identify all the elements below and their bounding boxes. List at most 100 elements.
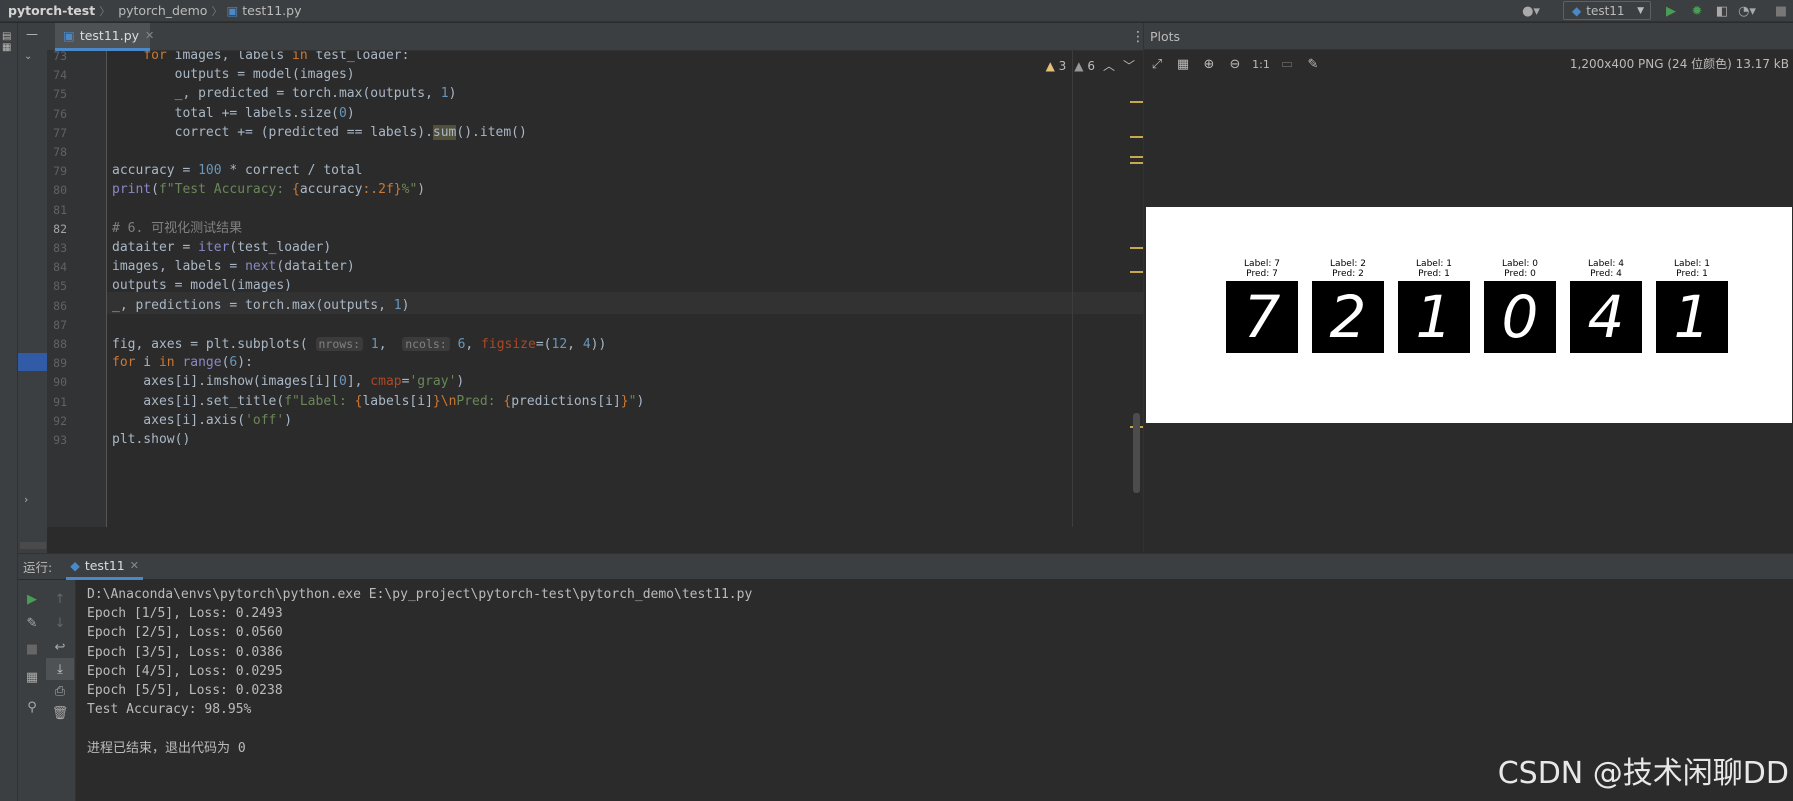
chevron-down-icon[interactable]: ⌄	[24, 51, 32, 62]
digit-pred-text: Pred: 1	[1676, 269, 1708, 279]
digit-title: Label: 1 Pred: 1	[1656, 259, 1728, 279]
digit-glyph: 4	[1587, 283, 1625, 351]
code-line: plt.show()	[107, 429, 1143, 451]
editor-scroll-thumb[interactable]	[1133, 413, 1140, 493]
digit-glyph: 1	[1415, 283, 1453, 351]
fit-zoom-icon[interactable]: ▭	[1274, 53, 1300, 75]
rerun-icon[interactable]: ▶	[18, 588, 46, 610]
breadcrumb-file[interactable]: ▣ test11.py	[222, 3, 301, 18]
left-tool-stripe: ▤ ▦	[0, 23, 18, 801]
watermark: CSDN @技术闲聊DD	[1497, 756, 1789, 791]
digit-label-text: Label: 4	[1588, 259, 1624, 269]
run-config-selector[interactable]: ◆ test11 ▼	[1563, 1, 1651, 20]
digit-pred-text: Pred: 2	[1332, 269, 1364, 279]
python-file-icon: ▣	[63, 28, 75, 43]
digit-label-text: Label: 7	[1244, 259, 1280, 269]
code-editor[interactable]: ▲ 3 ▲ 6 ︿ ﹀ for images, labels in test_l…	[107, 51, 1143, 527]
debug-icon[interactable]: ✹	[1688, 2, 1706, 20]
digit-glyph: 2	[1329, 283, 1367, 351]
run-config-label: test11	[1586, 3, 1625, 18]
horizontal-scrollbar[interactable]	[20, 542, 46, 549]
run-tab-test11[interactable]: ◆ test11 ✕	[66, 554, 143, 580]
project-tree-selection	[18, 353, 47, 371]
profile-icon[interactable]: ◔▾	[1738, 2, 1756, 20]
zoom-out-icon[interactable]: ⊖	[1222, 53, 1248, 75]
tab-test11-py[interactable]: ▣ test11.py ✕	[55, 23, 154, 51]
run-toolbar-secondary: ↑ ↓ ↩ ⤓ ⎙ 🗑	[46, 580, 76, 801]
line-number: 93	[53, 433, 67, 447]
editor-tab-bar: ▣ test11.py ✕ ⋮	[47, 23, 1145, 51]
actual-size-button[interactable]: 1:1	[1248, 53, 1274, 75]
digit-image: 2	[1312, 281, 1384, 353]
project-panel: — ⌄ ›	[18, 23, 47, 553]
digit-label-text: Label: 2	[1330, 259, 1366, 269]
run-tab-label: test11	[84, 557, 125, 573]
digit-title: Label: 4 Pred: 4	[1570, 259, 1642, 279]
digit-label-text: Label: 1	[1674, 259, 1710, 269]
digit-title: Label: 1 Pred: 1	[1398, 259, 1470, 279]
coverage-icon[interactable]: ◧	[1713, 2, 1731, 20]
digit-image: 7	[1226, 281, 1298, 353]
chevron-down-icon: ▼	[1637, 5, 1644, 16]
digit-label-text: Label: 1	[1416, 259, 1452, 269]
color-picker-icon[interactable]: ✎	[1300, 53, 1326, 75]
image-info: 1,200x400 PNG (24 位颜色) 13.17 kB	[1569, 57, 1789, 71]
wrench-icon[interactable]: ✎	[18, 612, 46, 634]
project-tool-icon[interactable]: ▤ ▦	[2, 31, 16, 61]
run-toolbar: ▶ ✎ ■ ▦ ⚲	[18, 580, 46, 801]
code-text: plt.show()	[112, 432, 191, 447]
breadcrumb-separator: 〉	[211, 4, 223, 18]
digit-pred-text: Pred: 0	[1504, 269, 1536, 279]
grid-icon[interactable]: ▦	[1170, 53, 1196, 75]
run-icon[interactable]: ▶	[1662, 2, 1680, 20]
python-icon: ◆	[1572, 3, 1582, 18]
chevron-right-icon[interactable]: ›	[24, 493, 28, 506]
print-icon[interactable]: ⎙	[46, 680, 74, 702]
navigation-bar: pytorch-test 〉 pytorch_demo 〉 ▣ test11.p…	[0, 0, 1793, 22]
stop-icon[interactable]: ■	[18, 638, 46, 660]
digit-title: Label: 2 Pred: 2	[1312, 259, 1384, 279]
digit-image: 4	[1570, 281, 1642, 353]
run-panel-header: 运行: ◆ test11 ✕	[18, 553, 1793, 580]
digit-title: Label: 7 Pred: 7	[1226, 259, 1298, 279]
digit-title: Label: 0 Pred: 0	[1484, 259, 1556, 279]
arrow-down-icon[interactable]: ↓	[46, 612, 74, 634]
close-icon[interactable]: ✕	[130, 559, 139, 572]
digit-image: 0	[1484, 281, 1556, 353]
digit-pred-text: Pred: 4	[1590, 269, 1622, 279]
tab-label: test11.py	[79, 28, 140, 43]
digit-image: 1	[1398, 281, 1470, 353]
digit-glyph: 7	[1243, 283, 1281, 351]
digit-pred-text: Pred: 1	[1418, 269, 1450, 279]
digit-glyph: 0	[1501, 283, 1539, 351]
scroll-to-end-icon[interactable]: ⤓	[46, 658, 74, 680]
soft-wrap-icon[interactable]: ↩	[46, 636, 74, 658]
digit-image: 1	[1656, 281, 1728, 353]
run-panel-label: 运行:	[23, 560, 53, 575]
stop-icon[interactable]: ■	[1772, 2, 1790, 20]
breadcrumb-folder[interactable]: pytorch_demo	[110, 3, 207, 18]
zoom-in-icon[interactable]: ⊕	[1196, 53, 1222, 75]
line-number-gutter: 73 74 75 76 77 78 79 80 81 82 83 84 85 86 87 88 89 90 91 92…	[47, 49, 107, 527]
digit-glyph: 1	[1673, 283, 1711, 351]
breadcrumb-separator: 〉	[99, 4, 111, 18]
digit-label-text: Label: 0	[1502, 259, 1538, 269]
close-icon[interactable]: ✕	[145, 29, 154, 42]
user-icon[interactable]: ●▾	[1522, 2, 1540, 20]
python-icon: ◆	[70, 557, 80, 573]
plots-panel: Plots ⤢ ▦ ⊕ ⊖ 1:1 ▭ ✎ 1,200x400 PNG (24 …	[1143, 23, 1793, 553]
minimize-icon[interactable]: —	[26, 27, 38, 41]
plots-panel-title: Plots	[1144, 23, 1793, 50]
fit-window-icon[interactable]: ⤢	[1144, 53, 1170, 75]
trash-icon[interactable]: 🗑	[46, 702, 74, 724]
console-line: Test Accuracy: 98.95%	[87, 702, 252, 718]
breadcrumb-file-label: test11.py	[242, 3, 302, 18]
editor-scrollbar[interactable]	[1130, 51, 1143, 527]
python-file-icon: ▣	[226, 3, 239, 18]
breadcrumb-project[interactable]: pytorch-test	[0, 3, 95, 18]
pin-icon[interactable]: ⚲	[18, 696, 46, 718]
console-line: 进程已结束，退出代码为 0	[87, 740, 246, 756]
arrow-up-icon[interactable]: ↑	[46, 588, 74, 610]
layout-icon[interactable]: ▦	[18, 666, 46, 688]
plot-image: Label: 7 Pred: 7 7 Label: 2 Pred: 2 2 Label: 1…	[1146, 207, 1792, 423]
